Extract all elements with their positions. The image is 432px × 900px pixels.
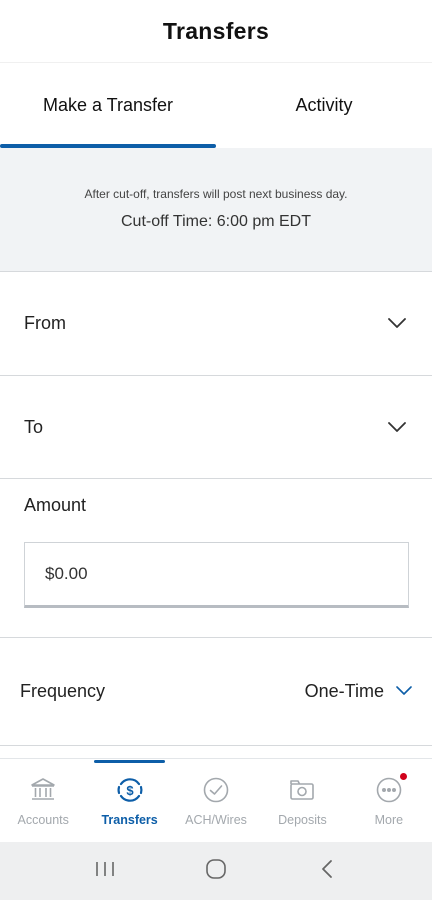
nav-accounts[interactable]: Accounts <box>0 759 86 842</box>
transfer-dollar-icon: $ <box>115 775 145 805</box>
chevron-down-icon <box>396 683 412 701</box>
nav-more-label: More <box>374 813 404 827</box>
cutoff-time: Cut-off Time: 6:00 pm EDT <box>121 212 311 230</box>
amount-label: Amount <box>24 495 87 515</box>
nav-more[interactable]: More <box>346 759 432 842</box>
tab-make-a-transfer[interactable]: Make a Transfer <box>0 63 216 148</box>
frequency-select[interactable]: One-Time <box>305 681 412 702</box>
frequency-value: One-Time <box>304 681 384 701</box>
tab-activity[interactable]: Activity <box>216 63 432 148</box>
nav-transfers-label: Transfers <box>101 813 158 827</box>
camera-icon <box>287 775 317 805</box>
frequency-label: Frequency <box>20 681 106 701</box>
cutoff-banner: After cut-off, transfers will post next … <box>0 148 432 272</box>
home-icon <box>205 858 227 885</box>
to-account-select[interactable]: To <box>0 376 432 479</box>
chevron-down-icon <box>386 313 408 335</box>
chevron-down-icon <box>386 416 408 438</box>
app-header: Transfers <box>0 0 432 62</box>
amount-value: $0.00 <box>45 564 88 583</box>
to-label: To <box>24 416 44 437</box>
check-circle-icon <box>201 775 231 805</box>
nav-deposits-label: Deposits <box>278 813 327 827</box>
amount-section: Amount $0.00 <box>0 479 432 638</box>
svg-text:$: $ <box>126 783 134 798</box>
from-account-select[interactable]: From <box>0 272 432 376</box>
nav-deposits[interactable]: Deposits <box>259 759 345 842</box>
recents-icon <box>94 860 116 883</box>
more-icon <box>374 772 408 805</box>
bottom-nav: Accounts $ Transfers ACH/Wires Deposits … <box>0 758 432 842</box>
tab-bar: Make a Transfer Activity <box>0 62 432 148</box>
cutoff-note: After cut-off, transfers will post next … <box>84 186 348 201</box>
back-button[interactable] <box>307 851 347 891</box>
frequency-row: Frequency One-Time <box>0 638 432 746</box>
system-navigation-bar <box>0 842 432 900</box>
bank-icon <box>28 775 58 805</box>
nav-ach-wires[interactable]: ACH/Wires <box>173 759 259 842</box>
nav-ach-wires-label: ACH/Wires <box>185 813 247 827</box>
nav-transfers[interactable]: $ Transfers <box>86 759 172 842</box>
back-icon <box>320 859 334 884</box>
page-title: Transfers <box>162 17 270 44</box>
recents-button[interactable] <box>85 851 125 891</box>
amount-input[interactable]: $0.00 <box>24 542 409 608</box>
home-button[interactable] <box>196 851 236 891</box>
notification-dot <box>398 772 408 781</box>
from-label: From <box>24 313 66 333</box>
nav-accounts-label: Accounts <box>17 813 69 827</box>
